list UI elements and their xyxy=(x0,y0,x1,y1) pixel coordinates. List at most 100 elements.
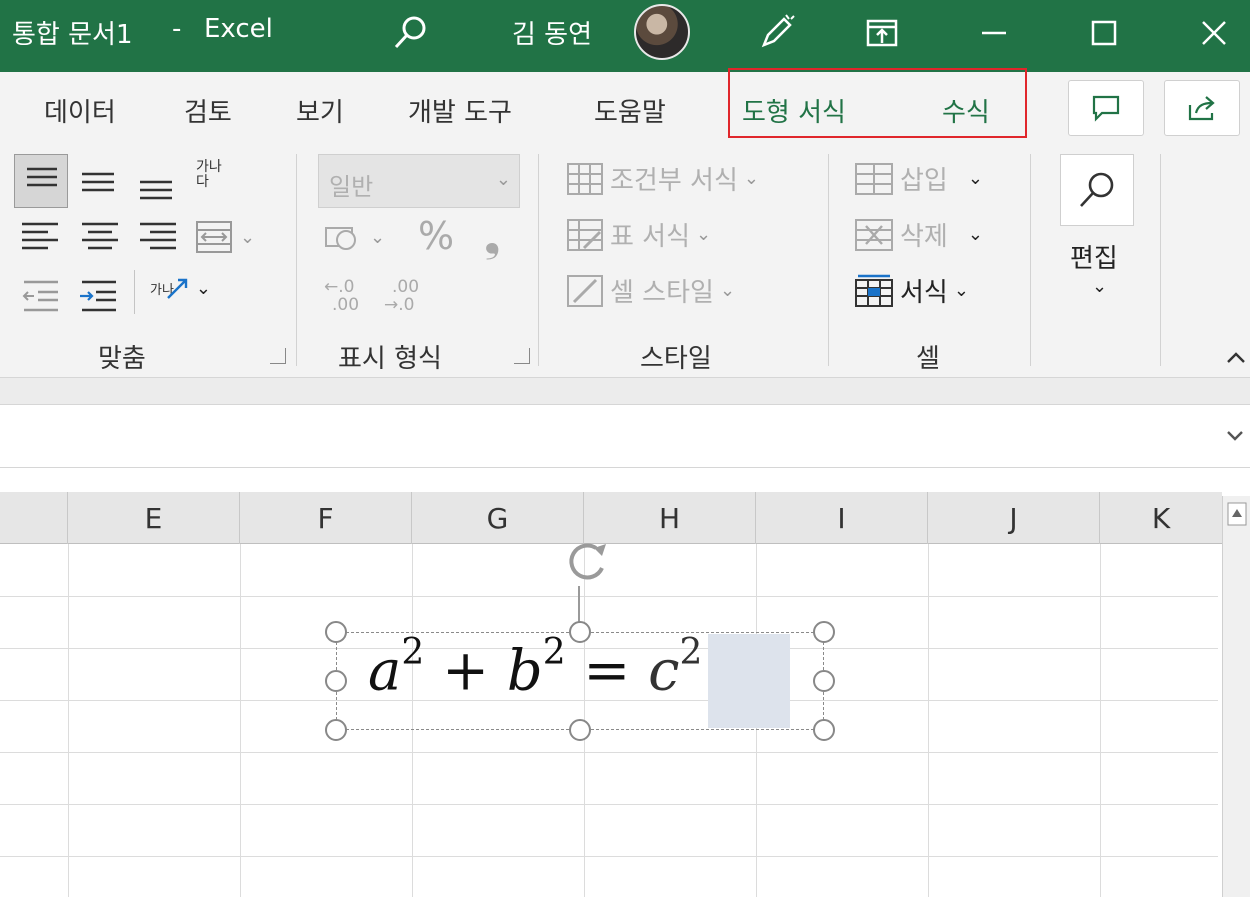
tab-data[interactable]: 데이터 xyxy=(44,92,116,129)
avatar[interactable] xyxy=(634,4,690,60)
title-bar: 통합 문서1 - Excel 김 동연 xyxy=(0,0,1250,72)
increase-decimal-button[interactable]: ←.0 .00 xyxy=(324,278,359,314)
ribbon: 가나 다 ⌄ 가나 ⌄ 맞춤 일반 ⌄ ⌄ % ❟ ←.0 .00 .00 →.… xyxy=(0,142,1250,378)
conditional-formatting-button[interactable]: 조건부 서식 ⌄ xyxy=(566,160,759,197)
rotate-handle-icon[interactable] xyxy=(556,540,622,632)
accounting-format-button[interactable]: ⌄ xyxy=(324,220,385,254)
scroll-up-icon[interactable] xyxy=(1227,502,1247,526)
insert-label: 삽입 xyxy=(900,166,948,196)
chevron-down-icon: ⌄ xyxy=(696,224,712,245)
chevron-down-icon: ⌄ xyxy=(953,280,969,301)
orientation-button[interactable]: 가나 ⌄ xyxy=(150,276,211,300)
cell-styles-icon xyxy=(567,274,603,307)
vertical-scrollbar[interactable] xyxy=(1222,496,1250,897)
column-header-d[interactable] xyxy=(0,492,68,544)
resize-handle-top-right[interactable] xyxy=(813,621,835,643)
maximize-icon[interactable] xyxy=(1076,8,1132,58)
decrease-indent-icon[interactable] xyxy=(20,272,64,316)
column-header-g[interactable]: G xyxy=(412,492,584,544)
increase-indent-icon[interactable] xyxy=(78,272,122,316)
resize-handle-left[interactable] xyxy=(325,670,347,692)
table-format-icon xyxy=(567,218,603,251)
expand-formula-bar-icon[interactable] xyxy=(1224,427,1246,445)
conditional-format-label: 조건부 서식 xyxy=(610,166,738,196)
resize-handle-bottom-left[interactable] xyxy=(325,719,347,741)
ribbon-display-icon[interactable] xyxy=(854,8,910,58)
number-launcher[interactable] xyxy=(514,348,530,364)
equation-text[interactable]: a2 + b2 = c2 xyxy=(368,632,702,704)
number-format-dropdown[interactable]: 일반 ⌄ xyxy=(318,154,520,208)
close-icon[interactable] xyxy=(1186,8,1242,58)
ribbon-tab-bar: 데이터 검토 보기 개발 도구 도움말 도형 서식 수식 xyxy=(0,72,1250,142)
tab-help[interactable]: 도움말 xyxy=(594,92,666,129)
pen-icon[interactable] xyxy=(748,8,804,58)
tab-review[interactable]: 검토 xyxy=(184,92,232,129)
merge-center-button[interactable]: ⌄ xyxy=(194,218,255,256)
column-header-k[interactable]: K xyxy=(1100,492,1222,544)
wrap-text-button[interactable]: 가나 다 xyxy=(196,160,222,190)
percent-style-button[interactable]: % xyxy=(418,214,454,258)
chevron-down-icon: ⌄ xyxy=(743,168,759,189)
align-bottom-icon[interactable] xyxy=(132,154,182,208)
tab-developer[interactable]: 개발 도구 xyxy=(408,92,512,129)
currency-icon xyxy=(325,227,356,250)
resize-handle-bottom[interactable] xyxy=(569,719,591,741)
formula-bar[interactable] xyxy=(0,404,1250,468)
resize-handle-bottom-right[interactable] xyxy=(813,719,835,741)
collapse-ribbon-icon[interactable] xyxy=(1224,348,1248,368)
chevron-down-icon: ⌄ xyxy=(370,226,386,248)
column-gridline xyxy=(928,544,929,897)
comma-style-button[interactable]: ❟ xyxy=(484,212,500,262)
table-format-label: 표 서식 xyxy=(610,222,691,252)
align-left-icon[interactable] xyxy=(18,212,68,262)
chevron-down-icon: ⌄ xyxy=(495,169,511,190)
column-header-i[interactable]: I xyxy=(756,492,928,544)
alignment-launcher[interactable] xyxy=(270,348,286,364)
search-icon[interactable] xyxy=(382,8,438,58)
format-as-table-button[interactable]: 표 서식 ⌄ xyxy=(566,216,711,253)
align-middle-icon[interactable] xyxy=(74,154,124,208)
align-right-icon[interactable] xyxy=(134,212,184,262)
number-format-value: 일반 xyxy=(329,173,374,201)
separator xyxy=(134,270,135,314)
cell-styles-button[interactable]: 셀 스타일 ⌄ xyxy=(566,272,735,309)
share-button[interactable] xyxy=(1164,80,1240,136)
minimize-icon[interactable] xyxy=(966,8,1022,58)
search-icon xyxy=(1080,172,1114,207)
user-name[interactable]: 김 동연 xyxy=(512,14,592,51)
column-gridline xyxy=(240,544,241,897)
column-header-f[interactable]: F xyxy=(240,492,412,544)
title-separator: - xyxy=(172,14,182,44)
app-name: Excel xyxy=(204,14,273,44)
eq-exp-c: 2 xyxy=(679,632,703,673)
resize-handle-right[interactable] xyxy=(813,670,835,692)
share-icon xyxy=(1188,96,1215,121)
tab-view[interactable]: 보기 xyxy=(296,92,344,129)
chevron-down-icon[interactable]: ⌄ xyxy=(1092,276,1107,297)
row-gridline xyxy=(0,856,1218,857)
group-separator xyxy=(1030,154,1031,366)
align-top-button[interactable] xyxy=(14,154,68,208)
insert-cells-button[interactable]: 삽입 ⌄ xyxy=(854,160,983,197)
editing-button[interactable] xyxy=(1060,154,1134,226)
column-header-h[interactable]: H xyxy=(584,492,756,544)
column-gridline xyxy=(1100,544,1101,897)
decrease-decimal-top: .00 xyxy=(392,277,420,297)
resize-handle-top[interactable] xyxy=(569,621,591,643)
ribbon-gap xyxy=(0,378,1250,404)
format-cells-button[interactable]: 서식 ⌄ xyxy=(854,272,969,309)
column-header-j[interactable]: J xyxy=(928,492,1100,544)
chevron-down-icon: ⌄ xyxy=(240,226,256,248)
comments-button[interactable] xyxy=(1068,80,1144,136)
row-gridline xyxy=(0,804,1218,805)
chevron-down-icon: ⌄ xyxy=(195,277,212,299)
delete-cells-button[interactable]: 삭제 ⌄ xyxy=(854,216,983,253)
column-header-e[interactable]: E xyxy=(68,492,240,544)
equation-object[interactable]: a2 + b2 = c2 xyxy=(325,621,835,741)
align-center-icon[interactable] xyxy=(76,212,126,262)
group-label-alignment: 맞춤 xyxy=(98,344,146,374)
decrease-decimal-button[interactable]: .00 →.0 xyxy=(384,278,419,314)
delete-label: 삭제 xyxy=(900,222,948,252)
resize-handle-top-left[interactable] xyxy=(325,621,347,643)
text-selection-highlight xyxy=(708,634,790,728)
